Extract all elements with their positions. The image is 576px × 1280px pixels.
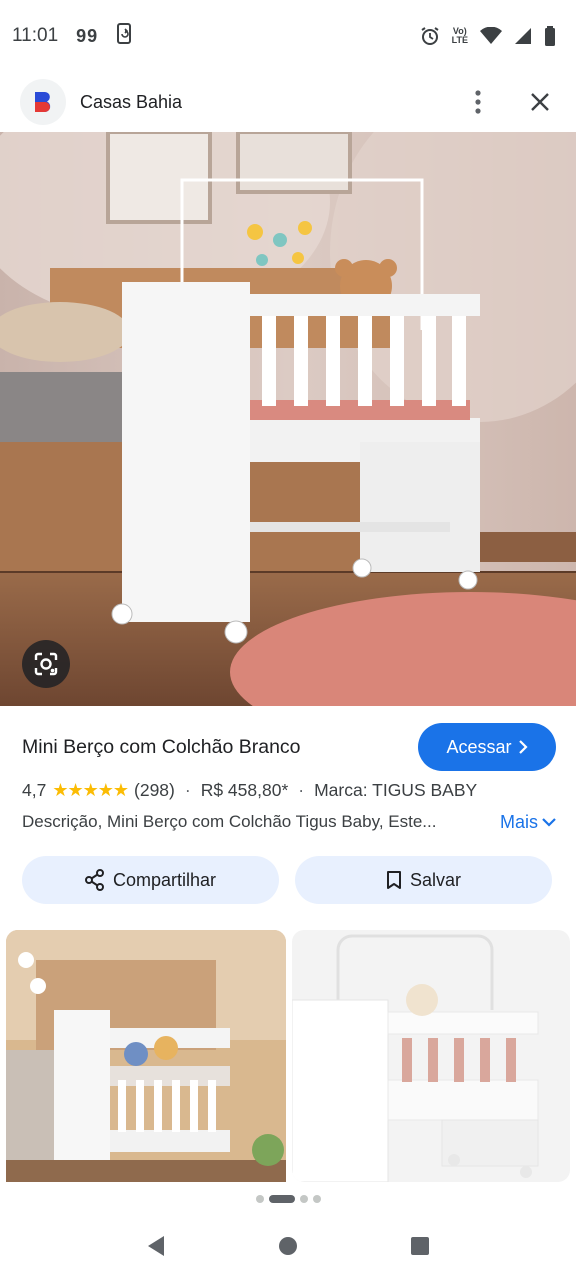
volte-icon: Vo) LTE — [452, 27, 468, 45]
share-icon — [84, 869, 104, 891]
site-name: Casas Bahia — [80, 91, 183, 112]
rating-stars-icon: ★★★★★ — [52, 779, 129, 800]
related-image-2[interactable] — [292, 930, 570, 1182]
app-header: Casas Bahia — [0, 72, 576, 132]
signal-icon — [514, 27, 532, 45]
lens-icon[interactable] — [22, 640, 70, 688]
chevron-right-icon — [518, 740, 528, 754]
share-label: Compartilhar — [112, 869, 217, 890]
crib-room-illustration — [0, 132, 576, 706]
related-images — [6, 930, 576, 1182]
product-price: R$ 458,80* — [200, 779, 289, 800]
notification-99-icon: 99 — [76, 25, 99, 46]
volte-bottom-label: LTE — [451, 35, 468, 45]
page-dot[interactable] — [299, 1195, 308, 1203]
site-logo — [20, 79, 66, 125]
pagination-dots — [0, 1192, 576, 1206]
close-icon[interactable] — [524, 86, 556, 118]
more-label: Mais — [499, 811, 538, 832]
back-icon[interactable] — [146, 1235, 166, 1262]
product-meta: 4,7 ★★★★★ (298) · R$ 458,80* · Marca: TI… — [22, 776, 562, 804]
home-icon[interactable] — [278, 1236, 298, 1261]
product-title: Mini Berço com Colchão Branco — [22, 735, 301, 758]
product-hero-image[interactable] — [0, 132, 576, 706]
screenshot-sync-icon — [116, 22, 134, 50]
product-brand: Marca: TIGUS BABY — [314, 779, 478, 800]
wifi-icon — [480, 27, 502, 45]
recents-icon[interactable] — [410, 1236, 430, 1261]
product-title-row: Mini Berço com Colchão Branco Acessar — [22, 722, 556, 772]
rating-value: 4,7 — [22, 779, 47, 800]
separator-dot: · — [184, 779, 191, 800]
bookmark-icon — [386, 871, 401, 889]
action-buttons: Compartilhar Salvar — [22, 856, 552, 904]
battery-icon — [544, 26, 556, 46]
visit-button-label: Acessar — [446, 736, 512, 757]
crib-bedroom-thumbnail — [6, 930, 286, 1182]
system-nav-bar — [0, 1216, 576, 1280]
description-row: Descrição, Mini Berço com Colchão Tigus … — [22, 808, 556, 836]
save-label: Salvar — [409, 869, 462, 890]
alarm-icon — [420, 26, 440, 46]
page-dot-active[interactable] — [268, 1195, 295, 1203]
visit-button[interactable]: Acessar — [418, 723, 556, 771]
page-dot[interactable] — [255, 1195, 264, 1203]
review-count: (298) — [134, 779, 175, 800]
save-button[interactable]: Salvar — [295, 856, 552, 904]
more-button[interactable]: Mais — [500, 812, 556, 833]
status-time: 11:01 — [12, 25, 59, 46]
more-vert-icon[interactable] — [462, 86, 494, 118]
share-button[interactable]: Compartilhar — [22, 856, 279, 904]
separator-dot: · — [298, 779, 305, 800]
chevron-down-icon — [542, 818, 556, 827]
status-bar: 11:01 99 Vo) LTE — [0, 0, 576, 72]
crib-white-thumbnail — [292, 930, 570, 1182]
product-description: Descrição, Mini Berço com Colchão Tigus … — [22, 812, 437, 831]
related-image-1[interactable] — [6, 930, 286, 1182]
page-dot[interactable] — [312, 1195, 321, 1203]
